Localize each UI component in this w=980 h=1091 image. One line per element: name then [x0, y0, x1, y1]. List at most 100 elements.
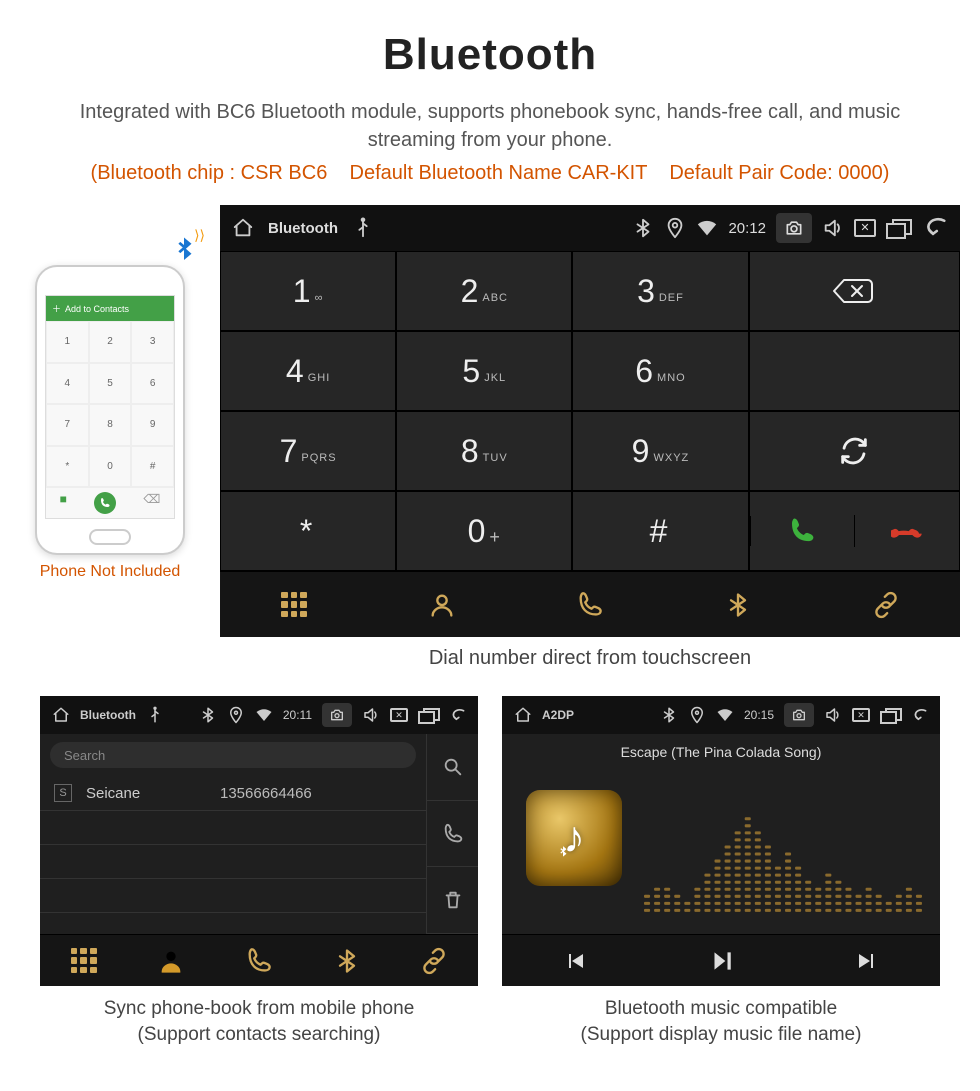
contact-tag: S: [54, 784, 72, 802]
play-pause-button[interactable]: [648, 935, 794, 986]
nav-history[interactable]: [516, 572, 664, 637]
dial-caption: Dial number direct from touchscreen: [220, 647, 960, 670]
phone-key: *: [46, 446, 89, 488]
home-icon[interactable]: [514, 706, 532, 724]
phone-key: #: [131, 446, 174, 488]
phone-key: 5: [89, 363, 132, 405]
close-button[interactable]: ✕: [852, 708, 870, 722]
bluetooth-nav-icon: [724, 591, 752, 619]
status-bar: Bluetooth: [220, 205, 960, 251]
backspace-key[interactable]: [749, 251, 960, 331]
phone-key: 0: [89, 446, 132, 488]
person-icon: [428, 591, 456, 619]
pb-status-bar: Bluetooth 20:11 ✕: [40, 696, 478, 734]
phone-key: 1: [46, 321, 89, 363]
pb-bottom-nav: [40, 934, 478, 986]
key-1[interactable]: 1∞: [220, 251, 396, 331]
a2dp-status-title: A2DP: [542, 708, 574, 722]
pb-side-actions: [426, 734, 478, 934]
keypad-icon: [71, 948, 97, 974]
nav-keypad[interactable]: [220, 572, 368, 637]
volume-icon[interactable]: [822, 217, 844, 239]
phone-key: 7: [46, 404, 89, 446]
search-input[interactable]: Search: [50, 742, 416, 768]
home-icon[interactable]: [232, 217, 254, 239]
key-6[interactable]: 6MNO: [572, 331, 748, 411]
usb-icon: [146, 706, 164, 724]
nav-bluetooth[interactable]: [664, 572, 812, 637]
video-icon: ■: [60, 492, 67, 514]
nav-pair[interactable]: [812, 572, 960, 637]
swap-key[interactable]: [749, 411, 960, 491]
nav-contacts[interactable]: [368, 572, 516, 637]
back-button[interactable]: [448, 706, 466, 724]
page-title: Bluetooth: [20, 30, 960, 80]
key-hash[interactable]: #: [572, 491, 748, 571]
back-button[interactable]: [910, 706, 928, 724]
phone-topbar: ＋ Add to Contacts: [46, 296, 174, 321]
key-3[interactable]: 3DEF: [572, 251, 748, 331]
a2dp-song-title: Escape (The Pina Colada Song): [502, 734, 940, 764]
close-button[interactable]: ✕: [390, 708, 408, 722]
status-title: Bluetooth: [268, 220, 338, 237]
back-button[interactable]: [920, 217, 948, 239]
screenshot-button[interactable]: [322, 703, 352, 727]
key-9[interactable]: 9WXYZ: [572, 411, 748, 491]
delete-action[interactable]: [427, 867, 478, 934]
bluetooth-icon: ⟩⟩: [169, 235, 199, 273]
key-4[interactable]: 4GHI: [220, 331, 396, 411]
call-button[interactable]: [750, 516, 855, 546]
nav-history[interactable]: [215, 935, 303, 986]
key-8[interactable]: 8TUV: [396, 411, 572, 491]
bluetooth-status-icon: [199, 706, 217, 724]
page-subtitle: Integrated with BC6 Bluetooth module, su…: [50, 98, 930, 154]
volume-icon[interactable]: [362, 706, 380, 724]
keypad-icon: [281, 592, 307, 618]
wifi-icon: ⟩⟩: [194, 227, 205, 244]
status-time: 20:12: [728, 220, 766, 237]
bluetooth-specs: (Bluetooth chip : CSR BC6 Default Blueto…: [20, 162, 960, 185]
key-star[interactable]: *: [220, 491, 396, 571]
key-0[interactable]: 0+: [396, 491, 572, 571]
volume-icon[interactable]: [824, 706, 842, 724]
key-7[interactable]: 7PQRS: [220, 411, 396, 491]
recent-apps-icon[interactable]: [418, 708, 438, 722]
phone-keypad: 1 2 3 4 5 6 7 8 9 * 0 #: [46, 321, 174, 487]
hangup-button[interactable]: [854, 515, 959, 547]
call-action[interactable]: [427, 801, 478, 868]
screenshot-button[interactable]: [784, 703, 814, 727]
wifi-status-icon: [696, 217, 718, 239]
key-2[interactable]: 2ABC: [396, 251, 572, 331]
key-5[interactable]: 5JKL: [396, 331, 572, 411]
phone-caption: Phone Not Included: [20, 563, 200, 581]
wifi-status-icon: [255, 706, 273, 724]
phone-key: 4: [46, 363, 89, 405]
pb-status-title: Bluetooth: [80, 708, 136, 722]
a2dp-status-bar: A2DP 20:15 ✕: [502, 696, 940, 734]
next-track-button[interactable]: [794, 935, 940, 986]
recent-apps-icon[interactable]: [880, 708, 900, 722]
bottom-nav: [220, 571, 960, 637]
visualizer: [642, 782, 924, 913]
close-button[interactable]: ✕: [854, 219, 876, 237]
a2dp-body: Escape (The Pina Colada Song) ♪: [502, 734, 940, 934]
a2dp-controls: [502, 934, 940, 986]
nav-keypad[interactable]: [40, 935, 128, 986]
location-icon: [227, 706, 245, 724]
prev-track-button[interactable]: [502, 935, 648, 986]
add-contacts-label: Add to Contacts: [65, 304, 129, 314]
location-icon: [664, 217, 686, 239]
screenshot-button[interactable]: [776, 213, 812, 243]
album-art: ♪: [526, 790, 622, 886]
bt-badge-icon: [556, 845, 570, 862]
phone-key: 6: [131, 363, 174, 405]
contact-row[interactable]: S Seicane 13566664466: [40, 776, 426, 811]
home-icon[interactable]: [52, 706, 70, 724]
nav-bluetooth[interactable]: [303, 935, 391, 986]
nav-pair[interactable]: [390, 935, 478, 986]
search-action[interactable]: [427, 734, 478, 801]
recent-apps-icon[interactable]: [886, 219, 910, 237]
nav-contacts[interactable]: [128, 935, 216, 986]
plus-icon: ＋: [52, 302, 61, 315]
empty-row: [40, 879, 426, 913]
